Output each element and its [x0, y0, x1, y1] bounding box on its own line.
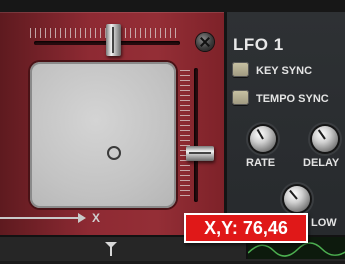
key-sync-label: KEY SYNC — [256, 65, 313, 77]
delay-knob-indicator — [317, 129, 326, 140]
tempo-sync-label: TEMPO SYNC — [256, 93, 329, 105]
lfo-title: LFO 1 — [233, 35, 284, 54]
vertical-slider-handle[interactable] — [186, 146, 214, 161]
delay-knob[interactable] — [312, 126, 338, 152]
tempo-sync-button[interactable] — [232, 90, 249, 105]
slow-knob[interactable] — [284, 186, 310, 212]
xy-position-handle[interactable] — [107, 146, 121, 160]
horizontal-slider-ticks — [30, 28, 178, 38]
key-sync-toggle[interactable] — [232, 62, 249, 77]
top-strip — [0, 0, 345, 12]
slow-knob-indicator — [289, 189, 298, 200]
xy-pad[interactable] — [30, 62, 176, 208]
horizontal-slider-handle[interactable] — [106, 24, 121, 56]
pin-marker-icon — [105, 242, 117, 256]
x-axis-label: X — [92, 211, 101, 225]
xy-value-tooltip: X,Y: 76,46 — [184, 213, 308, 243]
vertical-slider-track[interactable] — [194, 68, 198, 202]
rate-knob[interactable] — [250, 126, 276, 152]
tempo-sync-toggle[interactable] — [232, 90, 249, 105]
slow-label: LOW — [311, 217, 337, 229]
rate-label: RATE — [246, 157, 276, 169]
screw-icon — [196, 33, 214, 51]
vertical-slider-ticks — [180, 70, 190, 198]
key-sync-button[interactable] — [232, 62, 249, 77]
rate-knob-indicator — [256, 128, 264, 140]
delay-label: DELAY — [303, 157, 340, 169]
